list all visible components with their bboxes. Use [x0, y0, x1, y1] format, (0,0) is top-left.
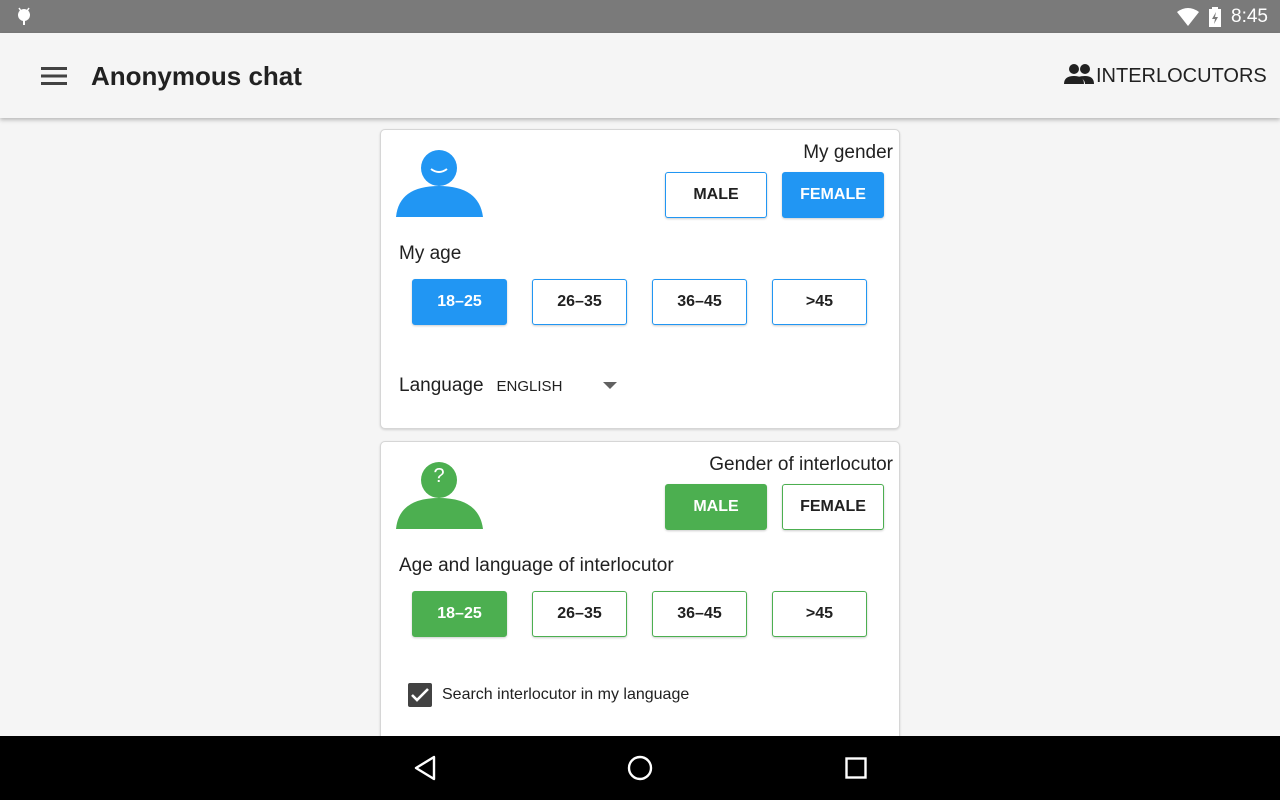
back-icon[interactable] — [413, 755, 437, 786]
my-gender-male-button[interactable]: MALE — [665, 172, 767, 218]
language-row: Language ENGLISH — [399, 375, 617, 397]
interlocutor-age-26-35-button[interactable]: 26–35 — [532, 591, 627, 637]
my-age-26-35-button[interactable]: 26–35 — [532, 279, 627, 325]
my-age-over-45-button[interactable]: >45 — [772, 279, 867, 325]
interlocutor-age-18-25-button[interactable]: 18–25 — [412, 591, 507, 637]
same-language-checkbox-row[interactable]: Search interlocutor in my language — [408, 683, 689, 707]
check-icon — [411, 688, 429, 702]
interlocutor-gender-female-button[interactable]: FEMALE — [782, 484, 884, 530]
status-bar: 8:45 — [0, 0, 1280, 33]
interlocutor-gender-label: Gender of interlocutor — [709, 454, 893, 475]
interlocutor-age-over-45-button[interactable]: >45 — [772, 591, 867, 637]
wifi-icon — [1176, 7, 1200, 32]
interlocutor-avatar-icon: ? — [395, 462, 485, 535]
status-time: 8:45 — [1231, 6, 1268, 27]
my-age-18-25-button[interactable]: 18–25 — [412, 279, 507, 325]
people-icon — [1064, 63, 1094, 90]
interlocutor-age-label: Age and language of interlocutor — [399, 555, 674, 576]
my-gender-label: My gender — [803, 142, 893, 163]
navigation-bar — [0, 736, 1280, 800]
app-bar: Anonymous chat INTERLOCUTORS — [0, 33, 1280, 118]
battery-icon — [1208, 7, 1222, 32]
interlocutor-age-36-45-button[interactable]: 36–45 — [652, 591, 747, 637]
interlocutors-button[interactable]: INTERLOCUTORS — [1064, 63, 1267, 90]
language-select[interactable]: ENGLISH — [497, 377, 617, 395]
same-language-checkbox[interactable] — [408, 683, 432, 707]
dropdown-arrow-icon — [602, 377, 617, 395]
my-avatar-icon — [395, 150, 485, 223]
my-gender-female-button[interactable]: FEMALE — [782, 172, 884, 218]
my-profile-card: My gender MALE FEMALE My age 18–25 26–35… — [380, 129, 900, 429]
my-age-36-45-button[interactable]: 36–45 — [652, 279, 747, 325]
settings-content[interactable]: My gender MALE FEMALE My age 18–25 26–35… — [0, 118, 1280, 736]
interlocutors-label: INTERLOCUTORS — [1096, 65, 1267, 87]
language-label: Language — [399, 375, 484, 396]
interlocutor-gender-male-button[interactable]: MALE — [665, 484, 767, 530]
menu-icon[interactable] — [40, 65, 68, 87]
my-age-label: My age — [399, 243, 462, 264]
recents-icon[interactable] — [845, 757, 867, 784]
page-title: Anonymous chat — [91, 61, 302, 91]
home-icon[interactable] — [627, 755, 653, 786]
same-language-label: Search interlocutor in my language — [442, 686, 690, 703]
question-mark: ? — [433, 465, 445, 487]
interlocutor-card: ? Gender of interlocutor MALE FEMALE Age… — [380, 441, 900, 736]
language-value: ENGLISH — [496, 377, 563, 395]
android-icon — [15, 6, 33, 31]
